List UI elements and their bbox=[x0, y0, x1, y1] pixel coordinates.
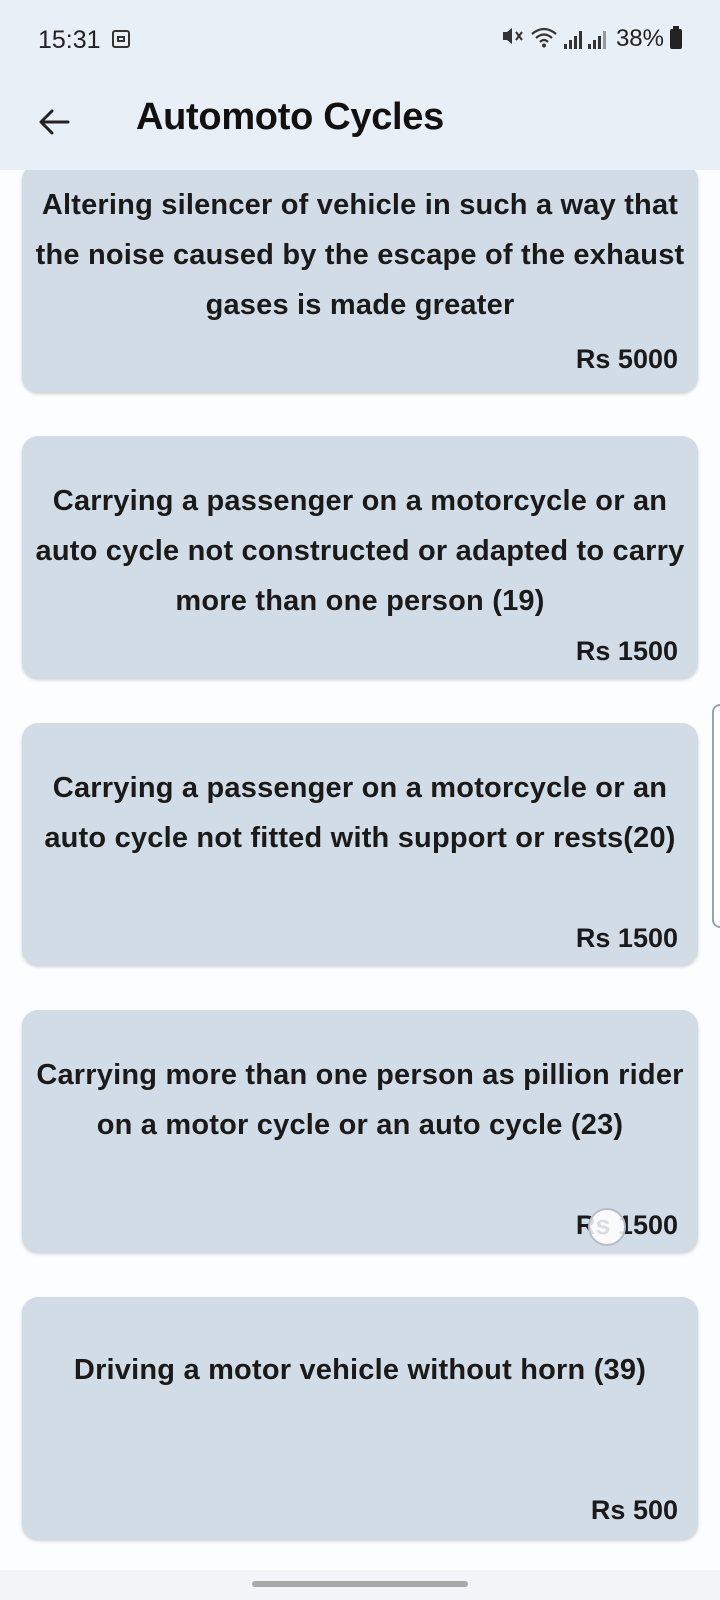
offense-description: Carrying a passenger on a motorcycle or … bbox=[35, 485, 685, 617]
offense-description: Altering silencer of vehicle in such a w… bbox=[35, 189, 685, 321]
scrollbar-handle[interactable] bbox=[712, 704, 720, 928]
touch-indicator bbox=[588, 1208, 626, 1246]
offense-card[interactable]: Carrying a passenger on a motorcycle or … bbox=[22, 723, 698, 965]
navigation-bar bbox=[0, 1570, 720, 1600]
home-indicator[interactable] bbox=[252, 1581, 468, 1587]
battery-icon bbox=[670, 26, 682, 49]
signal-icon-2 bbox=[587, 29, 606, 49]
offense-fine: Rs 5000 bbox=[575, 344, 678, 374]
arrow-left-icon bbox=[39, 109, 70, 135]
app-bar: Automoto Cycles bbox=[0, 84, 720, 170]
offense-description: Carrying a passenger on a motorcycle or … bbox=[44, 772, 676, 854]
mute-icon bbox=[500, 25, 524, 53]
battery-percent: 38% bbox=[615, 25, 664, 52]
offense-description: Carrying more than one person as pillion… bbox=[36, 1059, 684, 1141]
screenshot-icon bbox=[112, 30, 130, 48]
signal-icon-1 bbox=[563, 29, 582, 49]
offense-card[interactable]: Driving a motor vehicle without horn (39… bbox=[22, 1297, 698, 1539]
offense-fine: Rs 1500 bbox=[575, 923, 678, 953]
offense-card[interactable]: Altering silencer of vehicle in such a w… bbox=[22, 170, 698, 392]
offense-description: Driving a motor vehicle without horn (39… bbox=[73, 1354, 647, 1386]
status-icons: 38% bbox=[500, 24, 682, 54]
offense-card[interactable]: Carrying a passenger on a motorcycle or … bbox=[22, 436, 698, 678]
offense-fine: Rs 500 bbox=[590, 1495, 678, 1525]
wifi-icon bbox=[530, 26, 558, 53]
status-time: 15:31 bbox=[38, 26, 101, 54]
back-button[interactable] bbox=[34, 102, 74, 142]
offense-list[interactable]: Altering silencer of vehicle in such a w… bbox=[0, 170, 720, 1570]
status-bar: 15:31 38% bbox=[0, 0, 720, 84]
page-title: Automoto Cycles bbox=[136, 96, 444, 138]
offense-fine: Rs 1500 bbox=[575, 636, 678, 666]
